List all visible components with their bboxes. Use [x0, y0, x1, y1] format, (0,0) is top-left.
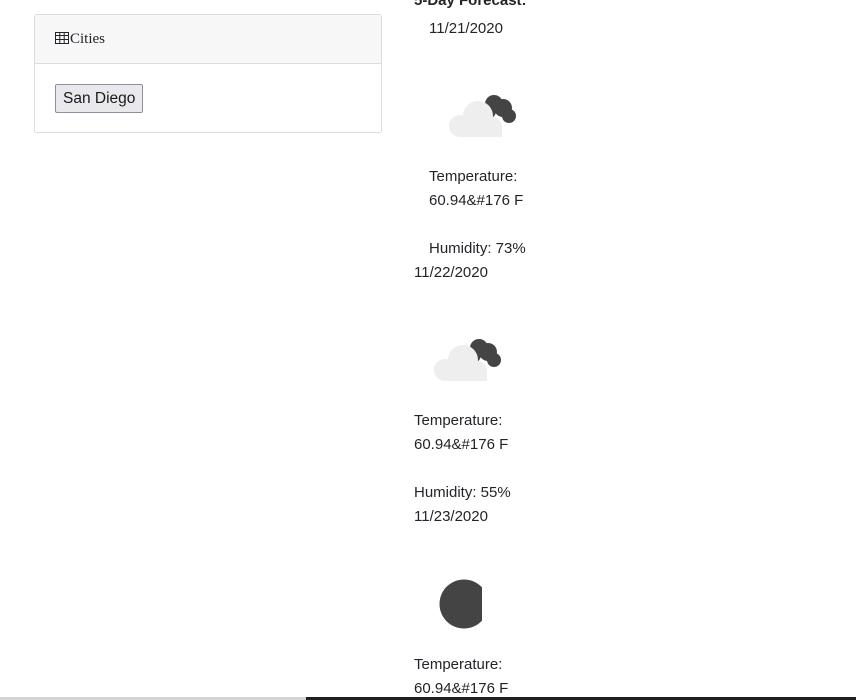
- humidity-text: Humidity: 73%: [429, 240, 526, 257]
- clear-sky-icon: [439, 579, 482, 629]
- forecast-date: 11/22/2020: [414, 264, 488, 281]
- forecast-day: 11/21/2020 Temperature: 60.94&#176 F Hum…: [429, 17, 609, 277]
- cloudy-icon: [449, 95, 516, 137]
- temperature-label: Temperature:: [414, 412, 503, 429]
- weather-dashboard: Cities San Diego 5-Day Forecast: 11/21/2…: [0, 0, 856, 700]
- city-button-san-diego[interactable]: San Diego: [55, 84, 144, 113]
- cities-header: Cities: [35, 15, 381, 64]
- cities-card: Cities San Diego: [34, 14, 382, 133]
- forecast-date: 11/21/2020: [429, 20, 503, 37]
- table-icon: [55, 32, 69, 44]
- temperature-value: 60.94&#176 F: [429, 192, 524, 209]
- forecast-day: 11/22/2020 Temperature: 60.94&#176 F Hum…: [414, 261, 594, 521]
- humidity-text: Humidity: 55%: [414, 484, 511, 501]
- temperature-label: Temperature:: [414, 656, 503, 673]
- temperature-value: 60.94&#176 F: [414, 436, 509, 453]
- forecast-day: 11/23/2020 Temperature: 60.94&#176 F: [414, 505, 594, 700]
- forecast-title: 5-Day Forecast:: [414, 0, 527, 9]
- temperature-label: Temperature:: [429, 168, 518, 185]
- cities-header-label: Cities: [70, 30, 106, 47]
- forecast-date: 11/23/2020: [414, 508, 488, 525]
- cities-body: San Diego: [35, 64, 381, 113]
- cloudy-icon: [434, 339, 501, 381]
